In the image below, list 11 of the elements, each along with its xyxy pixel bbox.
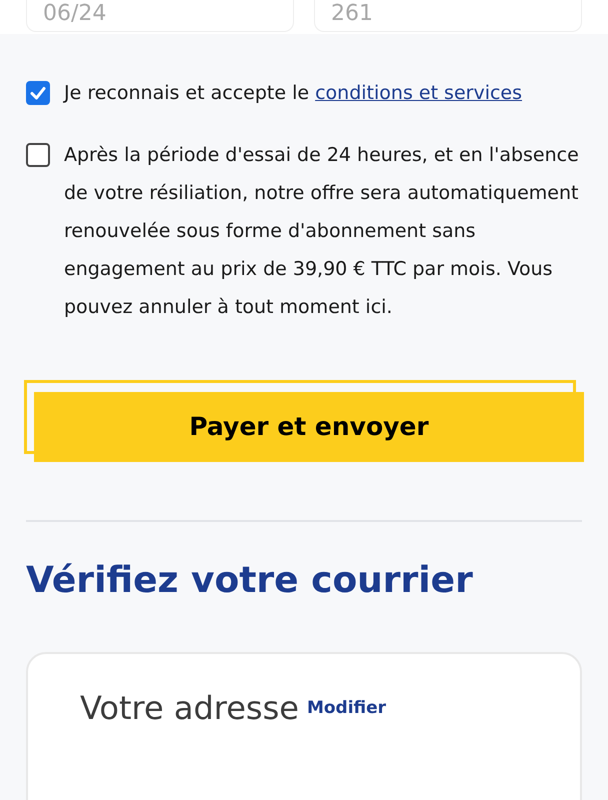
checkbox[interactable] (26, 81, 50, 105)
consent-text: Après la période d'essai de 24 heures, et en l'absence de votre résiliation, notre offre sera automatiquement renouvelée sous forme d'abonnement sans engagement au prix de 39,90 € TTC par mois. Vous pouvez annuler à tout moment ici. (64, 143, 580, 320)
checkbox[interactable] (26, 143, 50, 167)
edit-link[interactable]: Modifier (306, 696, 386, 722)
section-title: Vérifiez votre courrier (25, 559, 474, 603)
consent-text: Je reconnais et accepte le conditions et services (64, 81, 524, 106)
card-title: Votre adresse (80, 688, 299, 729)
input-field[interactable]: 06/24 (26, 0, 294, 32)
conditions-link[interactable]: conditions et services (315, 82, 522, 104)
input-field[interactable]: 261 (314, 0, 582, 32)
checkmark-icon (30, 85, 46, 101)
